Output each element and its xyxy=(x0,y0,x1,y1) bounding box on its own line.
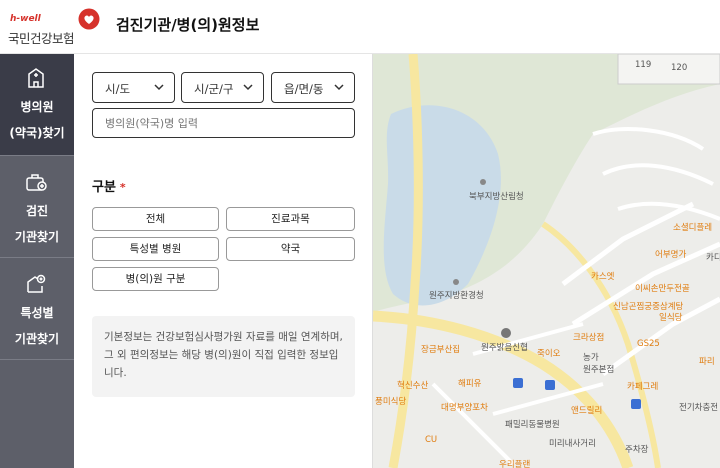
map-place-label: 원주지방환경청 xyxy=(429,290,484,301)
map-place-label: 어부명가 xyxy=(655,249,686,260)
sidebar-item-label: 기관찾기 xyxy=(14,230,60,244)
required-mark: * xyxy=(119,181,126,194)
sidebar-item-label: 기관찾기 xyxy=(14,332,60,346)
map-place-label: 농가 xyxy=(583,353,599,363)
map-place-label: 카스엣 xyxy=(591,271,615,282)
sidebar-item-special-search[interactable]: 특성별 기관찾기 xyxy=(0,258,74,360)
map-place-label: 원주밝음신협 xyxy=(481,342,528,353)
bus-stop-icon xyxy=(631,399,641,409)
map-place-label: 패밀리동물병원 xyxy=(505,419,560,430)
sidebar-item-label: (약국)찾기 xyxy=(9,126,65,140)
category-title-text: 구분 xyxy=(92,180,116,195)
province-select-value: 시/도 xyxy=(105,82,131,96)
road-number-label: 119 xyxy=(635,60,651,70)
app-header: h-well 국민건강보험 검진기관/병(의)원정보 xyxy=(0,0,720,54)
town-select-value: 읍/면/동 xyxy=(284,82,324,96)
map-place-label: 장금부산집 xyxy=(421,344,460,355)
map-place-label: 이씨손만두전골 xyxy=(635,283,690,294)
map-place-label: 소셜디플레 xyxy=(673,223,712,233)
map-place-label: 우리플랜 xyxy=(499,459,530,468)
bus-stop-icon xyxy=(545,380,555,390)
category-chip-pharmacy[interactable]: 약국 xyxy=(226,237,355,261)
sidebar-item-checkup-search[interactable]: 검진 기관찾기 xyxy=(0,156,74,258)
bank-icon xyxy=(501,328,511,338)
city-select-value: 시/군/구 xyxy=(194,82,234,96)
map-place-label: 북부지방산림청 xyxy=(469,191,524,202)
map-canvas: 119 120 북부지방산림청 원주지방환경청 원주밝음신협 소셜디플레 카스엣… xyxy=(373,54,720,468)
map-place-label: 혁신수산 xyxy=(397,380,428,391)
sidebar-item-label: 검진 xyxy=(25,204,49,218)
heart-logo-icon xyxy=(78,8,100,30)
poi-marker xyxy=(480,179,486,185)
road-number-label: 120 xyxy=(671,63,687,73)
map-place-label: 대명부양포차 xyxy=(441,402,488,413)
map-place-label: 죽이오 xyxy=(537,348,561,359)
map-place-label: CU xyxy=(425,435,437,445)
local-roads xyxy=(592,127,720,221)
category-chip-hospital-type[interactable]: 병(의)원 구분 xyxy=(92,267,219,291)
hospital-building-icon xyxy=(28,68,44,88)
chevron-down-icon xyxy=(334,84,344,91)
map-view[interactable]: 119 120 북부지방산림청 원주지방환경청 원주밝음신협 소셜디플레 카스엣… xyxy=(373,54,720,468)
logo-hwell-text: h-well xyxy=(10,14,41,24)
chevron-down-icon xyxy=(243,84,253,91)
map-place-label: 신남곤찜궁중삼계탕 xyxy=(613,301,684,312)
hospital-name-input[interactable] xyxy=(92,108,355,138)
building-block xyxy=(617,54,720,85)
chevron-down-icon xyxy=(154,84,164,91)
clinic-plus-icon xyxy=(27,274,46,293)
map-place-label: GS25 xyxy=(637,339,660,349)
map-place-label: 원주본점 xyxy=(583,364,614,375)
medical-bag-icon xyxy=(26,174,47,191)
logo-name: 국민건강보험 xyxy=(8,31,75,46)
city-select[interactable]: 시/군/구 xyxy=(181,72,264,103)
map-place-label: 일식당 xyxy=(659,312,683,323)
search-panel: 시/도 시/군/구 읍/면/동 구분* 전체 진료과목 특성별 병원 약국 병(… xyxy=(74,54,373,468)
category-chip-all[interactable]: 전체 xyxy=(92,207,219,231)
map-place-label: 앤드릴리 xyxy=(571,405,602,416)
info-notice: 기본정보는 건강보험심사평가원 자료를 매일 연계하며, 그 외 편의정보는 해… xyxy=(92,316,355,397)
map-place-label: 카디 xyxy=(706,253,720,263)
category-title: 구분 * xyxy=(92,176,126,195)
map-place-label: 카페그레 xyxy=(627,381,658,392)
map-place-label: 전기차충전 xyxy=(679,402,718,413)
page-title: 검진기관/병(의)원정보 xyxy=(116,16,260,34)
sidebar-nav: 병의원 (약국)찾기 검진 기관찾기 특성별 기관찾기 xyxy=(0,54,74,468)
province-select[interactable]: 시/도 xyxy=(92,72,175,103)
map-place-label: 풍미식당 xyxy=(375,396,406,407)
map-place-label: 주차장 xyxy=(625,444,649,455)
category-chip-department[interactable]: 진료과목 xyxy=(226,207,355,231)
map-place-label: 미리내사거리 xyxy=(549,439,596,449)
category-chip-special-hospital[interactable]: 특성별 병원 xyxy=(92,237,219,261)
map-place-label: 크라상점 xyxy=(573,332,604,343)
sidebar-item-label: 특성별 xyxy=(20,306,54,320)
nhis-logo[interactable]: h-well 국민건강보험 xyxy=(8,8,100,46)
map-place-label: 파리 xyxy=(699,357,715,367)
map-place-label: 해피유 xyxy=(458,379,482,389)
sidebar-item-hospital-search[interactable]: 병의원 (약국)찾기 xyxy=(0,54,74,156)
bus-stop-icon xyxy=(513,378,523,388)
town-select[interactable]: 읍/면/동 xyxy=(271,72,355,103)
poi-marker xyxy=(453,279,459,285)
sidebar-item-label: 병의원 xyxy=(20,100,54,114)
